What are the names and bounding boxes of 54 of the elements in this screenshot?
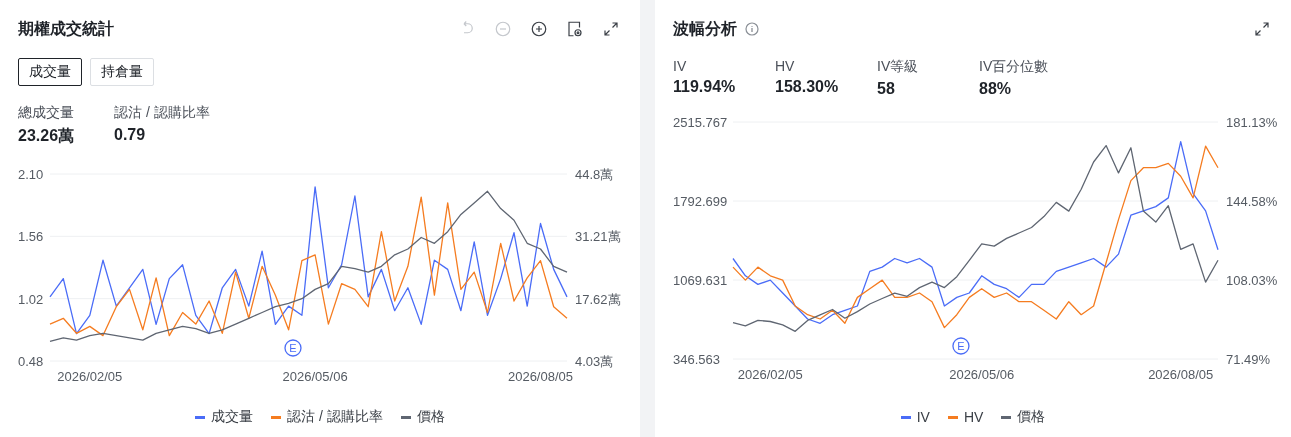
- axis-label: 2.10: [18, 167, 44, 182]
- axis-label: 181.13%: [1226, 115, 1278, 130]
- axis-label: 17.62萬: [575, 291, 621, 307]
- axis-label: 2026/02/05: [57, 369, 123, 384]
- tab[interactable]: 成交量: [18, 58, 82, 86]
- axis-label: 108.03%: [1226, 273, 1278, 288]
- stat-value: 88%: [979, 80, 1013, 98]
- stat-label: IV等級: [877, 58, 920, 76]
- axis-label: 1.56: [18, 229, 44, 245]
- stat-label: IV百分位數: [979, 58, 1050, 76]
- info-icon[interactable]: [745, 22, 759, 36]
- expand-icon: [1253, 20, 1271, 38]
- panel-title: 波幅分析: [673, 18, 737, 39]
- expand-icon: [602, 20, 620, 38]
- event-marker[interactable]: E: [952, 337, 970, 355]
- axis-label: 2026/08/05: [1148, 367, 1214, 382]
- stat-label: HV: [775, 58, 796, 74]
- legend-label[interactable]: 認沽 / 認購比率: [287, 408, 383, 426]
- legend-label[interactable]: IV: [916, 409, 930, 425]
- axis-label: 4.03萬: [575, 354, 614, 369]
- axis-label: 2026/02/05: [737, 367, 803, 382]
- tab[interactable]: 持倉量: [90, 58, 154, 86]
- stat-label: 認沽 / 認購比率: [114, 104, 210, 122]
- settings-icon: [566, 20, 584, 38]
- axis-label: 44.8萬: [575, 167, 614, 182]
- legend-label[interactable]: 價格: [1017, 408, 1046, 426]
- axis-label: 0.48: [18, 354, 44, 369]
- panel-title: 期權成交統計: [18, 18, 114, 39]
- stat-value: 158.30%: [775, 78, 840, 96]
- axis-label: 2026/05/06: [949, 367, 1015, 382]
- axis-label: 2026/05/06: [282, 369, 348, 384]
- zoom-out-icon: [494, 20, 512, 38]
- stat-value: 119.94%: [673, 78, 737, 96]
- axis-label: 2026/08/05: [507, 369, 574, 384]
- axis-label: 1069.631: [673, 273, 728, 288]
- axis-label: 1.02: [18, 291, 44, 307]
- stat-label: 總成交量: [18, 104, 75, 122]
- stat-value: 23.26萬: [18, 126, 76, 146]
- annotation: E: [957, 340, 965, 352]
- axis-label: 31.21萬: [575, 229, 621, 245]
- stat-label: IV: [673, 58, 688, 74]
- zoom-in-icon: [530, 20, 548, 38]
- legend-label[interactable]: 價格: [416, 408, 445, 426]
- stat-value: 58: [877, 80, 896, 98]
- axis-label: 71.49%: [1226, 352, 1271, 367]
- stat-value: 0.79: [114, 126, 147, 144]
- annotation: E: [289, 342, 297, 354]
- event-marker[interactable]: E: [284, 339, 302, 357]
- axis-label: 1792.699: [673, 194, 728, 209]
- axis-label: 2515.767: [673, 115, 728, 130]
- legend-label[interactable]: HV: [963, 409, 984, 425]
- axis-label: 346.563: [673, 352, 720, 367]
- axis-label: 144.58%: [1226, 194, 1278, 209]
- legend-label[interactable]: 成交量: [211, 408, 254, 426]
